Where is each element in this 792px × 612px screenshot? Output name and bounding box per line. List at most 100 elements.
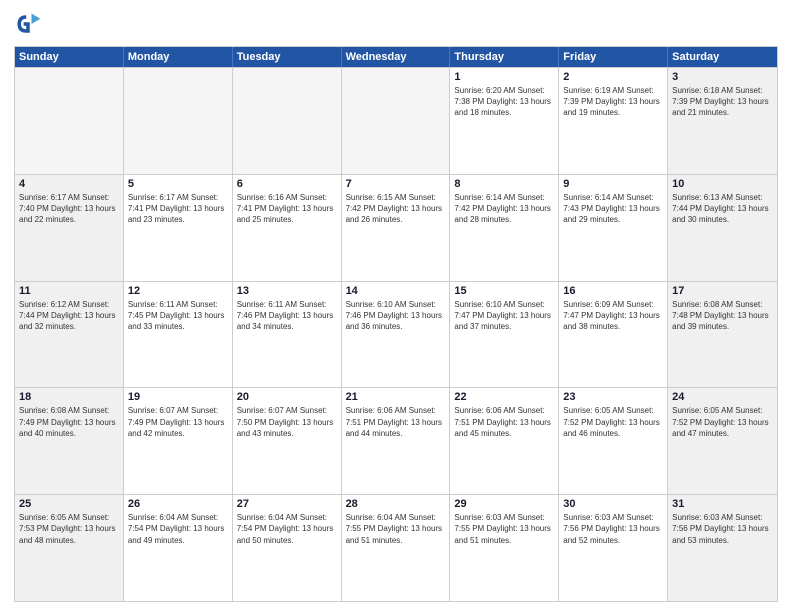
day-number: 25 bbox=[19, 498, 119, 510]
calendar-cell: 30 Sunrise: 6:03 AM Sunset: 7:56 PM Dayli… bbox=[559, 495, 668, 601]
calendar-cell: 29 Sunrise: 6:03 AM Sunset: 7:55 PM Dayli… bbox=[450, 495, 559, 601]
day-number: 3 bbox=[672, 71, 773, 83]
day-number: 22 bbox=[454, 391, 554, 403]
calendar-cell: 5 Sunrise: 6:17 AM Sunset: 7:41 PM Daylig… bbox=[124, 175, 233, 281]
day-number: 17 bbox=[672, 285, 773, 297]
calendar-cell bbox=[233, 68, 342, 174]
calendar-cell: 3 Sunrise: 6:18 AM Sunset: 7:39 PM Daylig… bbox=[668, 68, 777, 174]
day-info: Sunrise: 6:05 AM Sunset: 7:52 PM Dayligh… bbox=[672, 405, 773, 439]
day-info: Sunrise: 6:13 AM Sunset: 7:44 PM Dayligh… bbox=[672, 192, 773, 226]
day-info: Sunrise: 6:03 AM Sunset: 7:56 PM Dayligh… bbox=[563, 512, 663, 546]
day-info: Sunrise: 6:16 AM Sunset: 7:41 PM Dayligh… bbox=[237, 192, 337, 226]
day-number: 23 bbox=[563, 391, 663, 403]
weekday-header: Saturday bbox=[668, 47, 777, 67]
calendar-cell bbox=[342, 68, 451, 174]
day-number: 26 bbox=[128, 498, 228, 510]
day-info: Sunrise: 6:06 AM Sunset: 7:51 PM Dayligh… bbox=[454, 405, 554, 439]
day-number: 31 bbox=[672, 498, 773, 510]
day-info: Sunrise: 6:08 AM Sunset: 7:49 PM Dayligh… bbox=[19, 405, 119, 439]
day-number: 19 bbox=[128, 391, 228, 403]
day-number: 29 bbox=[454, 498, 554, 510]
calendar-cell: 20 Sunrise: 6:07 AM Sunset: 7:50 PM Dayli… bbox=[233, 388, 342, 494]
calendar-cell: 21Sunrise: 6:06 AM Sunset: 7:51 PM Dayli… bbox=[342, 388, 451, 494]
day-info: Sunrise: 6:05 AM Sunset: 7:52 PM Dayligh… bbox=[563, 405, 663, 439]
day-info: Sunrise: 6:12 AM Sunset: 7:44 PM Dayligh… bbox=[19, 299, 119, 333]
calendar-cell bbox=[124, 68, 233, 174]
day-number: 28 bbox=[346, 498, 446, 510]
day-number: 27 bbox=[237, 498, 337, 510]
weekday-header: Thursday bbox=[450, 47, 559, 67]
calendar-cell: 28 Sunrise: 6:04 AM Sunset: 7:55 PM Dayli… bbox=[342, 495, 451, 601]
calendar-body: 1 Sunrise: 6:20 AM Sunset: 7:38 PM Daylig… bbox=[15, 67, 777, 601]
calendar-cell: 25 Sunrise: 6:05 AM Sunset: 7:53 PM Dayli… bbox=[15, 495, 124, 601]
day-info: Sunrise: 6:06 AM Sunset: 7:51 PM Dayligh… bbox=[346, 405, 446, 439]
day-info: Sunrise: 6:03 AM Sunset: 7:56 PM Dayligh… bbox=[672, 512, 773, 546]
day-info: Sunrise: 6:11 AM Sunset: 7:46 PM Dayligh… bbox=[237, 299, 337, 333]
logo-icon bbox=[14, 10, 42, 38]
day-number: 30 bbox=[563, 498, 663, 510]
day-info: Sunrise: 6:18 AM Sunset: 7:39 PM Dayligh… bbox=[672, 85, 773, 119]
day-info: Sunrise: 6:09 AM Sunset: 7:47 PM Dayligh… bbox=[563, 299, 663, 333]
day-info: Sunrise: 6:07 AM Sunset: 7:50 PM Dayligh… bbox=[237, 405, 337, 439]
day-number: 12 bbox=[128, 285, 228, 297]
calendar-cell: 16Sunrise: 6:09 AM Sunset: 7:47 PM Dayli… bbox=[559, 282, 668, 388]
day-info: Sunrise: 6:05 AM Sunset: 7:53 PM Dayligh… bbox=[19, 512, 119, 546]
day-number: 8 bbox=[454, 178, 554, 190]
calendar-cell: 23 Sunrise: 6:05 AM Sunset: 7:52 PM Dayli… bbox=[559, 388, 668, 494]
logo bbox=[14, 10, 46, 38]
calendar-cell: 15Sunrise: 6:10 AM Sunset: 7:47 PM Dayli… bbox=[450, 282, 559, 388]
day-info: Sunrise: 6:17 AM Sunset: 7:40 PM Dayligh… bbox=[19, 192, 119, 226]
calendar-row: 11 Sunrise: 6:12 AM Sunset: 7:44 PM Dayli… bbox=[15, 281, 777, 388]
calendar-row: 4 Sunrise: 6:17 AM Sunset: 7:40 PM Daylig… bbox=[15, 174, 777, 281]
calendar-cell: 13 Sunrise: 6:11 AM Sunset: 7:46 PM Dayli… bbox=[233, 282, 342, 388]
day-number: 7 bbox=[346, 178, 446, 190]
calendar-header: SundayMondayTuesdayWednesdayThursdayFrid… bbox=[15, 47, 777, 67]
calendar-cell: 17 Sunrise: 6:08 AM Sunset: 7:48 PM Dayli… bbox=[668, 282, 777, 388]
calendar: SundayMondayTuesdayWednesdayThursdayFrid… bbox=[14, 46, 778, 602]
calendar-cell bbox=[15, 68, 124, 174]
calendar-row: 1 Sunrise: 6:20 AM Sunset: 7:38 PM Daylig… bbox=[15, 67, 777, 174]
calendar-cell: 19 Sunrise: 6:07 AM Sunset: 7:49 PM Dayli… bbox=[124, 388, 233, 494]
day-number: 1 bbox=[454, 71, 554, 83]
day-number: 20 bbox=[237, 391, 337, 403]
day-info: Sunrise: 6:08 AM Sunset: 7:48 PM Dayligh… bbox=[672, 299, 773, 333]
day-info: Sunrise: 6:11 AM Sunset: 7:45 PM Dayligh… bbox=[128, 299, 228, 333]
day-info: Sunrise: 6:17 AM Sunset: 7:41 PM Dayligh… bbox=[128, 192, 228, 226]
day-number: 4 bbox=[19, 178, 119, 190]
day-number: 2 bbox=[563, 71, 663, 83]
calendar-cell: 1 Sunrise: 6:20 AM Sunset: 7:38 PM Daylig… bbox=[450, 68, 559, 174]
calendar-row: 25 Sunrise: 6:05 AM Sunset: 7:53 PM Dayli… bbox=[15, 494, 777, 601]
day-info: Sunrise: 6:20 AM Sunset: 7:38 PM Dayligh… bbox=[454, 85, 554, 119]
day-info: Sunrise: 6:07 AM Sunset: 7:49 PM Dayligh… bbox=[128, 405, 228, 439]
day-info: Sunrise: 6:03 AM Sunset: 7:55 PM Dayligh… bbox=[454, 512, 554, 546]
day-number: 10 bbox=[672, 178, 773, 190]
calendar-cell: 8Sunrise: 6:14 AM Sunset: 7:42 PM Daylig… bbox=[450, 175, 559, 281]
day-info: Sunrise: 6:10 AM Sunset: 7:47 PM Dayligh… bbox=[454, 299, 554, 333]
day-number: 13 bbox=[237, 285, 337, 297]
day-info: Sunrise: 6:04 AM Sunset: 7:54 PM Dayligh… bbox=[128, 512, 228, 546]
calendar-cell: 18 Sunrise: 6:08 AM Sunset: 7:49 PM Dayli… bbox=[15, 388, 124, 494]
day-number: 11 bbox=[19, 285, 119, 297]
day-info: Sunrise: 6:10 AM Sunset: 7:46 PM Dayligh… bbox=[346, 299, 446, 333]
weekday-header: Friday bbox=[559, 47, 668, 67]
calendar-cell: 27 Sunrise: 6:04 AM Sunset: 7:54 PM Dayli… bbox=[233, 495, 342, 601]
weekday-header: Tuesday bbox=[233, 47, 342, 67]
day-info: Sunrise: 6:19 AM Sunset: 7:39 PM Dayligh… bbox=[563, 85, 663, 119]
day-info: Sunrise: 6:04 AM Sunset: 7:54 PM Dayligh… bbox=[237, 512, 337, 546]
calendar-cell: 6 Sunrise: 6:16 AM Sunset: 7:41 PM Daylig… bbox=[233, 175, 342, 281]
calendar-cell: 2 Sunrise: 6:19 AM Sunset: 7:39 PM Daylig… bbox=[559, 68, 668, 174]
day-number: 6 bbox=[237, 178, 337, 190]
calendar-cell: 7 Sunrise: 6:15 AM Sunset: 7:42 PM Daylig… bbox=[342, 175, 451, 281]
calendar-cell: 4 Sunrise: 6:17 AM Sunset: 7:40 PM Daylig… bbox=[15, 175, 124, 281]
calendar-cell: 26 Sunrise: 6:04 AM Sunset: 7:54 PM Dayli… bbox=[124, 495, 233, 601]
weekday-header: Wednesday bbox=[342, 47, 451, 67]
day-info: Sunrise: 6:04 AM Sunset: 7:55 PM Dayligh… bbox=[346, 512, 446, 546]
calendar-cell: 10 Sunrise: 6:13 AM Sunset: 7:44 PM Dayli… bbox=[668, 175, 777, 281]
day-number: 14 bbox=[346, 285, 446, 297]
day-number: 5 bbox=[128, 178, 228, 190]
calendar-cell: 11 Sunrise: 6:12 AM Sunset: 7:44 PM Dayli… bbox=[15, 282, 124, 388]
calendar-cell: 24Sunrise: 6:05 AM Sunset: 7:52 PM Dayli… bbox=[668, 388, 777, 494]
calendar-cell: 9Sunrise: 6:14 AM Sunset: 7:43 PM Daylig… bbox=[559, 175, 668, 281]
day-info: Sunrise: 6:15 AM Sunset: 7:42 PM Dayligh… bbox=[346, 192, 446, 226]
day-number: 18 bbox=[19, 391, 119, 403]
